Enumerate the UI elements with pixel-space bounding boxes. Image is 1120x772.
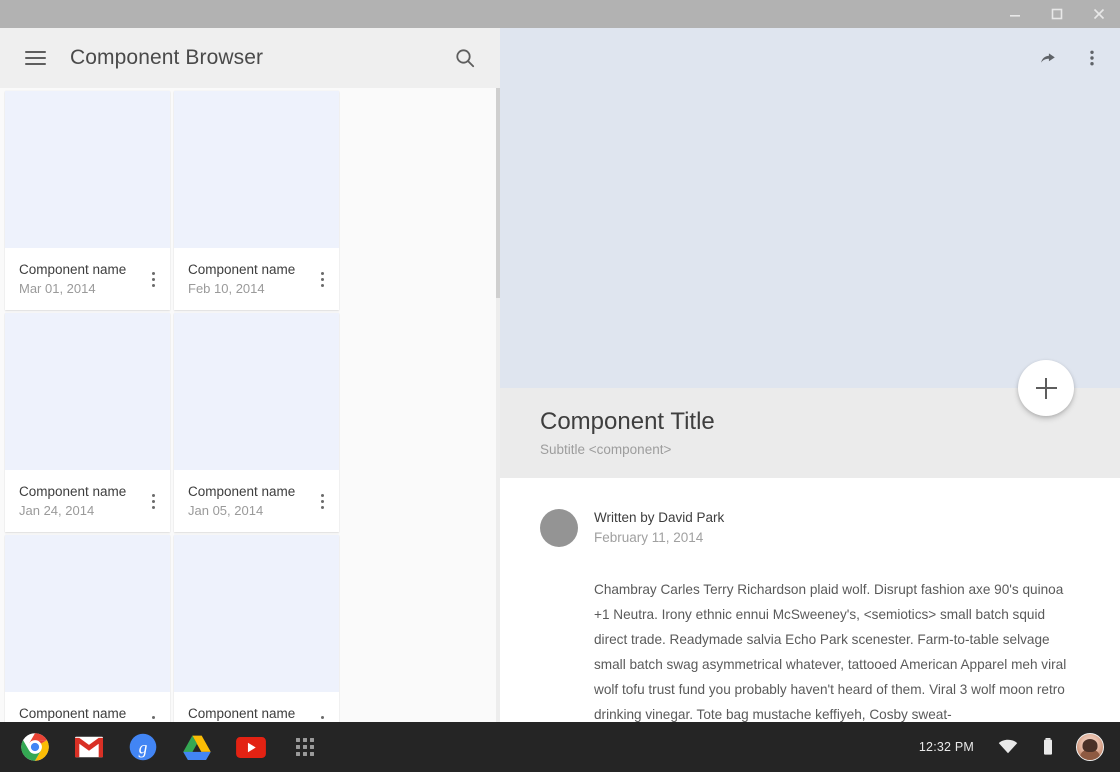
card-thumbnail	[5, 535, 170, 692]
component-card[interactable]: Component name Jan 05, 2014	[174, 313, 339, 532]
card-overflow-menu-icon[interactable]	[311, 262, 333, 296]
component-card[interactable]: Component nameDec 12, 2013	[174, 535, 339, 722]
card-thumbnail	[5, 91, 170, 248]
card-thumbnail	[5, 313, 170, 470]
detail-title: Component Title	[540, 406, 1080, 438]
card-title: Component name	[188, 705, 311, 722]
taskbar-shelf: g	[0, 722, 1120, 772]
maximize-icon	[1050, 7, 1064, 21]
card-meta-text: Component nameDec 12, 2013	[188, 705, 311, 723]
component-card[interactable]: Component nameDec 20, 2013	[5, 535, 170, 722]
shelf-item-google-drive[interactable]	[170, 722, 224, 772]
search-glyph	[454, 47, 476, 69]
svg-text:g: g	[139, 737, 148, 757]
chrome-icon	[20, 732, 50, 762]
app-grid-icon	[296, 738, 314, 756]
gmail-icon	[75, 736, 103, 758]
more-vertical-icon	[1082, 48, 1102, 68]
minimize-icon	[1008, 7, 1022, 21]
clock[interactable]: 12:32 PM	[905, 740, 988, 754]
card-meta-text: Component name Feb 10, 2014	[188, 261, 311, 298]
hamburger-bars	[25, 47, 46, 69]
shelf-item-app-grid[interactable]	[278, 722, 332, 772]
author-date: February 11, 2014	[594, 528, 724, 547]
card-meta-text: Component name Jan 24, 2014	[19, 483, 142, 520]
detail-content: Written by David Park February 11, 2014 …	[500, 478, 1120, 722]
detail-hero-image	[500, 28, 1120, 388]
close-icon	[1092, 7, 1106, 21]
wifi-status[interactable]	[988, 722, 1028, 772]
battery-icon	[1041, 737, 1055, 757]
card-date: Jan 05, 2014	[188, 502, 311, 520]
add-fab-button[interactable]	[1018, 360, 1074, 416]
card-date: Jan 24, 2014	[19, 502, 142, 520]
card-meta: Component name Feb 10, 2014	[174, 248, 339, 310]
overflow-menu-button[interactable]	[1072, 38, 1112, 78]
component-card[interactable]: Component name Feb 10, 2014	[174, 91, 339, 310]
card-title: Component name	[188, 483, 311, 500]
card-overflow-menu-icon[interactable]	[311, 706, 333, 722]
avatar	[540, 509, 578, 547]
wifi-icon	[998, 739, 1018, 755]
share-arrow-icon	[1037, 47, 1059, 69]
card-meta: Component name Jan 05, 2014	[174, 470, 339, 532]
window-titlebar	[0, 0, 1120, 28]
maximize-button[interactable]	[1036, 0, 1078, 28]
card-overflow-menu-icon[interactable]	[142, 706, 164, 722]
card-thumbnail	[174, 91, 339, 248]
card-title: Component name	[19, 261, 142, 278]
google-search-icon: g	[129, 733, 157, 761]
card-overflow-menu-icon[interactable]	[142, 484, 164, 518]
battery-status[interactable]	[1028, 722, 1068, 772]
window-controls	[994, 0, 1120, 28]
detail-subtitle: Subtitle <component>	[540, 440, 1080, 460]
card-meta: Component nameDec 12, 2013	[174, 692, 339, 722]
card-meta-text: Component name Mar 01, 2014	[19, 261, 142, 298]
user-avatar[interactable]	[1076, 733, 1104, 761]
card-thumbnail	[174, 313, 339, 470]
card-date: Feb 10, 2014	[188, 280, 311, 298]
page-title: Component Browser	[70, 46, 263, 70]
minimize-button[interactable]	[994, 0, 1036, 28]
component-browser-pane: Component Browser Component name Mar 01, …	[0, 28, 500, 722]
card-meta-text: Component nameDec 20, 2013	[19, 705, 142, 723]
component-detail-pane: Component Title Subtitle <component> Wri…	[500, 28, 1120, 722]
card-meta: Component nameDec 20, 2013	[5, 692, 170, 722]
author-name: Written by David Park	[594, 508, 724, 527]
card-thumbnail	[174, 535, 339, 692]
card-date: Mar 01, 2014	[19, 280, 142, 298]
shelf-item-google-search[interactable]: g	[116, 722, 170, 772]
shelf-item-gmail[interactable]	[62, 722, 116, 772]
google-drive-icon	[182, 734, 212, 761]
shelf-item-youtube[interactable]	[224, 722, 278, 772]
shelf-status-tray[interactable]: 12:32 PM	[905, 722, 1120, 772]
author-row: Written by David Park February 11, 2014	[540, 508, 1080, 547]
component-card[interactable]: Component name Jan 24, 2014	[5, 313, 170, 532]
card-meta-text: Component name Jan 05, 2014	[188, 483, 311, 520]
card-overflow-menu-icon[interactable]	[311, 484, 333, 518]
component-card-grid[interactable]: Component nameMar 01, 2014Component name…	[0, 88, 500, 722]
plus-icon-vertical	[1045, 378, 1047, 399]
card-meta: Component name Jan 24, 2014	[5, 470, 170, 532]
card-title: Component name	[188, 261, 311, 278]
shelf-app-list: g	[0, 722, 332, 772]
shelf-item-chrome[interactable]	[8, 722, 62, 772]
app-window: Component Browser Component name Mar 01, …	[0, 28, 1120, 722]
youtube-icon	[236, 737, 266, 758]
card-title: Component name	[19, 705, 142, 722]
card-meta: Component name Mar 01, 2014	[5, 248, 170, 310]
app-toolbar: Component Browser	[0, 28, 500, 88]
article-body: Chambray Carles Terry Richardson plaid w…	[594, 577, 1080, 722]
card-overflow-menu-icon[interactable]	[142, 262, 164, 296]
search-icon[interactable]	[448, 41, 482, 75]
share-button[interactable]	[1028, 38, 1068, 78]
author-block: Written by David Park February 11, 2014	[594, 508, 724, 547]
close-button[interactable]	[1078, 0, 1120, 28]
detail-actions	[1028, 28, 1112, 88]
chromeos-desktop: Component Browser Component name Mar 01, …	[0, 0, 1120, 772]
component-card[interactable]: Component name Mar 01, 2014	[5, 91, 170, 310]
hamburger-menu-icon[interactable]	[18, 41, 52, 75]
card-title: Component name	[19, 483, 142, 500]
